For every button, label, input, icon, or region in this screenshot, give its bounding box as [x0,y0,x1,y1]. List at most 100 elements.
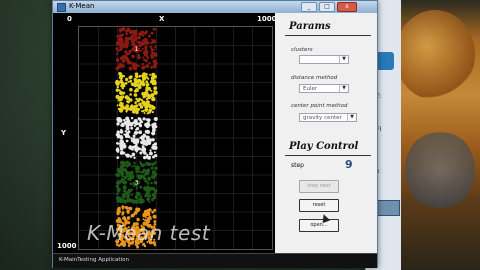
data-point [146,168,151,172]
data-point [145,91,149,95]
data-point [145,80,149,84]
data-point [145,82,150,87]
data-point [116,59,120,63]
data-point [148,111,151,114]
data-point [138,130,143,135]
data-point [147,95,152,100]
data-point [142,133,146,137]
data-point [121,193,125,198]
data-point [120,37,124,41]
data-point [134,75,137,78]
data-point [141,110,144,113]
center-point-method-select[interactable]: gravity center ▼ [299,113,357,122]
data-point [132,152,135,155]
data-point [130,193,133,196]
data-point [129,87,133,92]
data-point [119,90,124,96]
data-point [153,190,157,194]
data-point [145,75,148,79]
data-point [125,206,129,210]
data-point [151,96,156,102]
data-point [121,59,126,63]
status-bar: K-MainTesting Application [53,253,377,268]
data-point [145,135,150,140]
data-point [116,209,121,214]
data-point [153,86,158,91]
data-point [143,112,146,114]
reset-button[interactable]: reset [299,199,339,212]
data-point [116,85,119,89]
data-point [116,104,119,107]
data-point [122,213,124,216]
data-point [133,156,136,159]
data-point [153,180,158,185]
step-label: step [291,162,304,169]
data-point [128,206,133,211]
data-point [121,95,125,99]
data-point [154,91,157,94]
data-point [133,104,138,109]
step-next-button[interactable]: step next [299,180,339,193]
data-point [133,33,137,37]
data-point [141,101,144,104]
data-point [142,139,146,143]
data-point [139,136,142,139]
data-point [141,62,145,66]
data-point [146,185,149,188]
data-point [133,132,136,135]
data-point [148,177,151,181]
chevron-down-icon[interactable]: ▼ [347,114,356,121]
distance-method-select[interactable]: Euler ▼ [299,84,349,93]
data-point [132,134,136,138]
window-title: K-Mean [69,2,95,10]
x-axis-start-label: 0 [67,15,72,23]
data-point [142,218,145,221]
data-point [120,27,125,32]
data-point [128,49,132,54]
data-point [146,217,150,221]
kmean-window: K-Mean _ □ x 0 X 1000 Y 1000 13 K-Mean t… [52,0,378,268]
data-point [142,72,147,77]
data-point [121,102,124,106]
data-point [135,191,139,195]
data-point [133,164,136,167]
data-point [125,198,130,203]
data-point [123,168,128,173]
data-point [141,65,146,70]
scatter-plot[interactable]: 13 [78,26,273,250]
data-point [142,34,145,37]
data-point [137,117,141,121]
open-button[interactable]: open... [299,219,339,232]
data-point [143,209,148,214]
clusters-select[interactable]: ▼ [299,55,349,64]
data-point [137,165,140,169]
chevron-down-icon[interactable]: ▼ [339,56,348,63]
data-point [147,181,150,184]
data-point [124,82,128,85]
close-button[interactable]: x [337,2,357,12]
data-point [117,180,121,184]
data-point [148,201,151,203]
minimize-button[interactable]: _ [301,2,317,12]
data-point [133,62,137,66]
data-point [122,106,126,110]
wallpaper-reflection-shape [405,130,475,210]
cluster-center-label: 3 [135,179,139,186]
data-point [136,200,139,204]
data-point [128,66,133,71]
data-point [126,120,131,125]
chevron-down-icon[interactable]: ▼ [339,85,348,92]
plot-canvas[interactable]: 0 X 1000 Y 1000 13 K-Mean test [53,13,276,253]
data-point [123,175,128,180]
title-bar[interactable]: K-Mean _ □ x [53,1,377,13]
data-point [151,104,154,107]
data-point [136,99,140,103]
data-point [133,110,137,114]
data-point [125,126,130,131]
data-point [148,34,151,38]
data-point [130,126,134,130]
data-point [126,27,130,31]
maximize-button[interactable]: □ [319,2,335,12]
data-point [115,47,119,51]
window-controls: _ □ x [301,2,357,12]
